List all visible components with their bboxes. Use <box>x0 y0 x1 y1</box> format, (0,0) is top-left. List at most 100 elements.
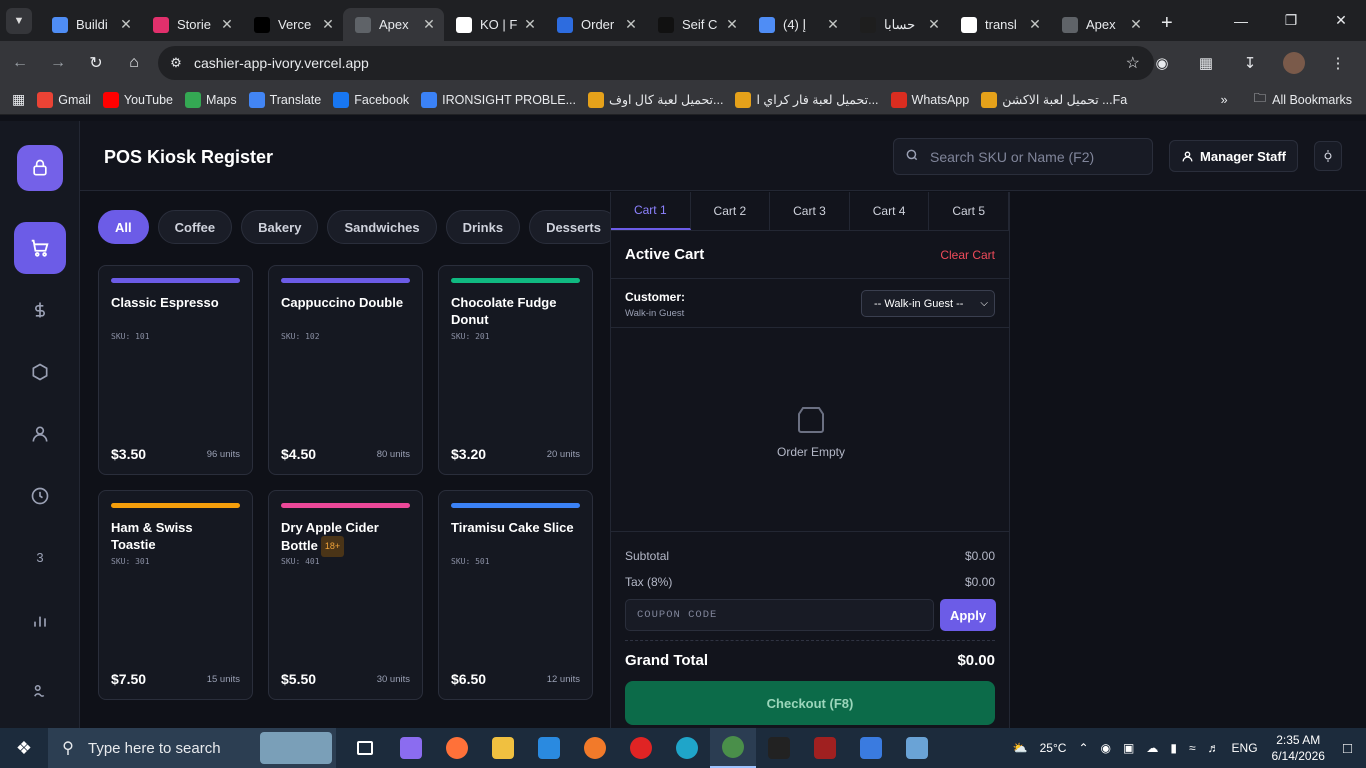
product-card[interactable]: Cappuccino Double SKU: 102 $4.50 80 units <box>268 265 423 475</box>
sublime-icon[interactable] <box>572 728 618 768</box>
all-bookmarks-link[interactable]: All Bookmarks <box>1272 93 1352 107</box>
theme-toggle-icon[interactable] <box>1314 141 1342 171</box>
volume-icon[interactable]: ♬ <box>1208 741 1220 755</box>
vscode-icon[interactable] <box>526 728 572 768</box>
windows-start-icon[interactable]: ❖ <box>0 728 48 768</box>
clock-icon[interactable] <box>14 470 66 522</box>
profile-avatar[interactable] <box>1276 45 1312 81</box>
user-icon[interactable] <box>14 408 66 460</box>
battery-icon[interactable]: ▮ <box>1170 741 1177 755</box>
category-chip[interactable]: Coffee <box>157 210 233 244</box>
settings-icon[interactable] <box>14 665 66 717</box>
game-icon[interactable] <box>802 728 848 768</box>
new-tab-icon[interactable]: + <box>1161 12 1173 35</box>
close-tab-icon[interactable]: ✕ <box>220 16 234 33</box>
browser-tab[interactable]: (4) ‫إ ✕ <box>747 8 848 41</box>
chevron-up-icon[interactable]: ⌃ <box>1078 741 1088 755</box>
bookmark-item[interactable]: Maps <box>185 91 237 108</box>
cart-tab[interactable]: Cart 3 <box>770 192 850 230</box>
cloud-icon[interactable]: ☁ <box>1146 741 1158 755</box>
close-tab-icon[interactable]: ✕ <box>624 16 638 33</box>
rail-counter[interactable]: 3 <box>14 531 66 583</box>
apply-coupon-button[interactable]: Apply <box>940 599 996 631</box>
bookmark-item[interactable]: تحميل لعبة الاكشن ...Fa <box>981 91 1127 108</box>
record-icon[interactable] <box>618 728 664 768</box>
copilot-icon[interactable] <box>388 728 434 768</box>
taskbar-search[interactable]: ⚲ Type here to search <box>48 728 336 768</box>
product-card[interactable]: Classic Espresso SKU: 101 $3.50 96 units <box>98 265 253 475</box>
restore-icon[interactable]: ❐ <box>1266 0 1316 41</box>
bookmark-item[interactable]: تحميل لعبة فار كراي ا... <box>735 91 879 108</box>
forward-icon[interactable]: → <box>40 45 76 81</box>
wifi-icon[interactable]: ≈ <box>1189 741 1196 755</box>
close-tab-icon[interactable]: ✕ <box>826 16 840 33</box>
more-bookmarks-icon[interactable]: » <box>1221 93 1228 107</box>
product-card[interactable]: Dry Apple Cider Bottle 18+ SKU: 401 $5.50 30… <box>268 490 423 700</box>
edge-icon[interactable] <box>664 728 710 768</box>
browser-tab[interactable]: Buildi ✕ <box>40 8 141 41</box>
temperature[interactable]: 25°C <box>1040 741 1067 755</box>
search-input[interactable]: Search SKU or Name (F2) <box>893 138 1153 175</box>
firefox-icon[interactable] <box>434 728 480 768</box>
close-tab-icon[interactable]: ✕ <box>927 16 941 33</box>
product-card[interactable]: Ham & Swiss Toastie SKU: 301 $7.50 15 units <box>98 490 253 700</box>
browser-tab[interactable]: Storie ✕ <box>141 8 242 41</box>
close-tab-icon[interactable]: ✕ <box>725 16 739 33</box>
close-tab-icon[interactable]: ✕ <box>523 16 537 33</box>
clear-cart-button[interactable]: Clear Cart <box>940 248 995 262</box>
menu-icon[interactable]: ⋮ <box>1320 45 1356 81</box>
category-chip[interactable]: Bakery <box>241 210 319 244</box>
customer-select[interactable]: -- Walk-in Guest -- ⌵ <box>861 290 995 317</box>
notifications-icon[interactable]: □ <box>1343 740 1352 757</box>
cart-tab[interactable]: Cart 5 <box>929 192 1009 230</box>
clock[interactable]: 2:35 AM 6/14/2026 <box>1272 732 1325 764</box>
browser-tab[interactable]: Verce ✕ <box>242 8 343 41</box>
product-card[interactable]: Chocolate Fudge Donut SKU: 201 $3.20 20 uni… <box>438 265 593 475</box>
browser-tab[interactable]: KO | F ✕ <box>444 8 545 41</box>
address-bar[interactable]: ⚙ cashier-app-ivory.vercel.app ☆ <box>158 46 1154 80</box>
bookmark-item[interactable]: تحميل لعبة كال اوف... <box>587 91 723 108</box>
close-tab-icon[interactable]: ✕ <box>119 16 133 33</box>
bookmark-item[interactable]: Facebook <box>333 91 409 108</box>
record-tray-icon[interactable]: ◉ <box>1101 741 1111 755</box>
epic-games-icon[interactable] <box>756 728 802 768</box>
browser-tab[interactable]: Seif C ✕ <box>646 8 747 41</box>
browser-tab[interactable]: حسابا ✕ <box>848 8 949 41</box>
checkout-button[interactable]: Checkout (F8) <box>625 681 995 725</box>
cart-tab[interactable]: Cart 4 <box>850 192 930 230</box>
chrome-icon[interactable] <box>710 728 756 768</box>
download-icon[interactable]: ↧ <box>1232 45 1268 81</box>
close-tab-icon[interactable]: ✕ <box>422 16 436 33</box>
close-window-icon[interactable]: ✕ <box>1316 0 1366 41</box>
extensions-puzzle-icon[interactable]: ▦ <box>1188 45 1224 81</box>
reload-icon[interactable]: ↻ <box>78 45 114 81</box>
box-icon[interactable] <box>14 346 66 398</box>
close-tab-icon[interactable]: ✕ <box>1028 16 1042 33</box>
category-chip[interactable]: Sandwiches <box>327 210 437 244</box>
minimize-icon[interactable]: — <box>1216 0 1266 41</box>
browser-tab[interactable]: Apex ✕ <box>343 8 444 41</box>
close-tab-icon[interactable]: ✕ <box>321 16 335 33</box>
bookmark-item[interactable]: WhatsApp <box>890 91 969 108</box>
bookmark-item[interactable]: Translate <box>248 91 321 108</box>
browser-tab[interactable]: transl ✕ <box>949 8 1050 41</box>
category-chip[interactable]: Drinks <box>445 210 521 244</box>
weather-icon[interactable]: ⛅ <box>1013 741 1028 755</box>
browser-tab[interactable]: Apex ✕ <box>1050 8 1151 41</box>
site-info-icon[interactable]: ⚙ <box>158 55 194 71</box>
coupon-input[interactable]: COUPON CODE <box>625 599 934 631</box>
cart-tab[interactable]: Cart 1 <box>611 192 691 230</box>
cart-icon[interactable] <box>14 222 66 274</box>
cart-tab[interactable]: Cart 2 <box>691 192 771 230</box>
bookmark-item[interactable]: IRONSIGHT PROBLE... <box>421 91 576 108</box>
bookmark-item[interactable]: YouTube <box>102 91 173 108</box>
home-icon[interactable]: ⌂ <box>116 45 152 81</box>
browser-tab[interactable]: Order ✕ <box>545 8 646 41</box>
product-card[interactable]: Tiramisu Cake Slice SKU: 501 $6.50 12 units <box>438 490 593 700</box>
tab-search-button[interactable]: ▼ <box>6 7 32 34</box>
extension-icon[interactable]: ◉ <box>1144 45 1180 81</box>
language-indicator[interactable]: ENG <box>1232 741 1258 755</box>
file-explorer-icon[interactable] <box>480 728 526 768</box>
back-icon[interactable]: ← <box>2 45 38 81</box>
bookmark-item[interactable]: Gmail <box>37 91 91 108</box>
